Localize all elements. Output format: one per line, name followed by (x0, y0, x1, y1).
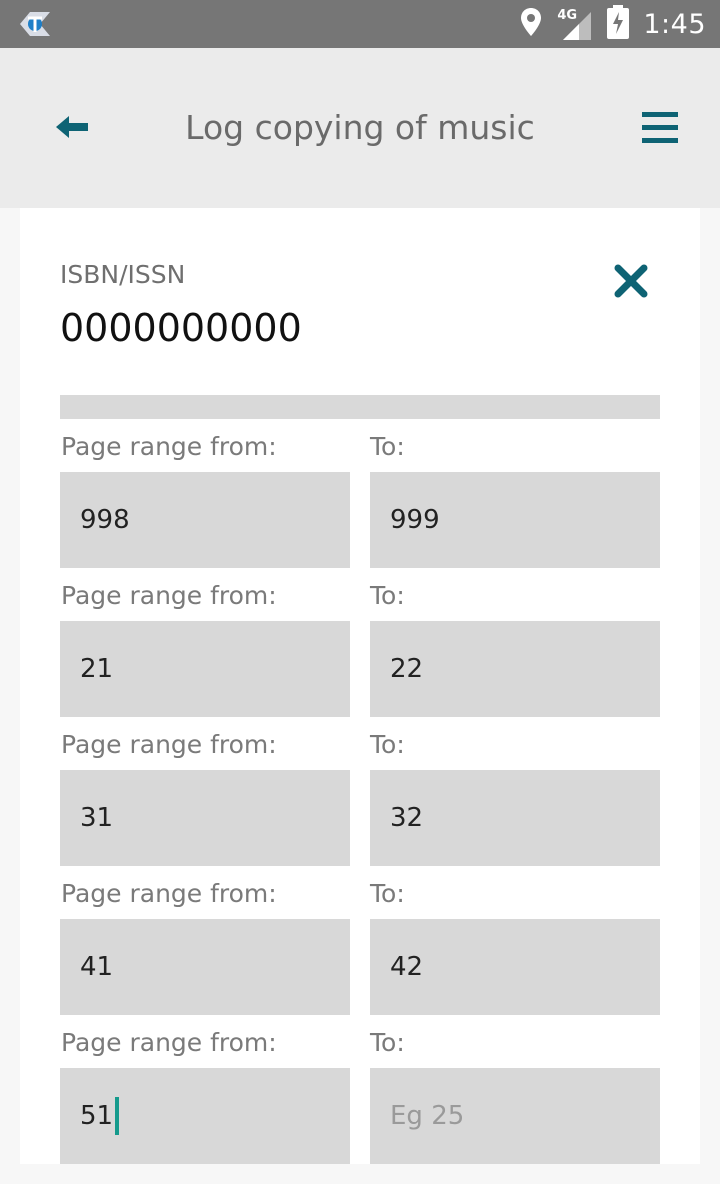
page-range-row: Page range from: To: 31 32 (60, 729, 660, 878)
hamburger-menu-icon (640, 112, 680, 150)
text-cursor (115, 1097, 120, 1135)
page-range-from-label: Page range from: (61, 1028, 277, 1057)
page-range-to-input[interactable]: 42 (370, 919, 660, 1015)
app-notification-icon (16, 8, 54, 40)
status-bar: 4G 1:45 (0, 0, 720, 48)
page-range-from-label: Page range from: (61, 879, 277, 908)
battery-charging-icon (607, 5, 630, 43)
page-range-row: Page range from: To: 21 22 (60, 580, 660, 729)
page-range-to-label: To: (370, 581, 405, 610)
page-range-to-input[interactable]: 32 (370, 770, 660, 866)
page-range-to-label: To: (370, 879, 405, 908)
section-divider (60, 395, 660, 419)
page-range-to-label: To: (370, 730, 405, 759)
page-range-to-input[interactable]: Eg 25 (370, 1068, 660, 1164)
page-range-to-input[interactable]: 22 (370, 621, 660, 717)
page-range-to-input[interactable]: 999 (370, 472, 660, 568)
input-value: 998 (80, 505, 130, 535)
form-card: ISBN/ISSN 0000000000 Page range from: To… (20, 208, 700, 1164)
page-range-from-label: Page range from: (61, 581, 277, 610)
isbn-label: ISBN/ISSN (60, 260, 186, 289)
status-time: 1:45 (643, 8, 706, 40)
page-range-from-label: Page range from: (61, 730, 277, 759)
page-range-from-input[interactable]: 21 (60, 621, 350, 717)
page-title: Log copying of music (185, 108, 535, 147)
location-icon (519, 6, 543, 42)
page-range-row: Page range from: To: 41 42 (60, 878, 660, 1027)
page-range-row: Page range from: To: 998 999 (60, 431, 660, 580)
clear-isbn-button[interactable] (614, 264, 648, 298)
page-range-from-input[interactable]: 41 (60, 919, 350, 1015)
input-placeholder: Eg 25 (390, 1101, 465, 1131)
input-value: 32 (390, 803, 424, 833)
isbn-value: 0000000000 (60, 306, 302, 350)
input-value: 22 (390, 654, 424, 684)
page-range-from-input[interactable]: 998 (60, 472, 350, 568)
signal-icon: 4G (557, 6, 593, 42)
page-range-to-label: To: (370, 1028, 405, 1057)
input-value: 21 (80, 654, 114, 684)
input-value: 51 (80, 1101, 114, 1131)
page-range-from-input[interactable]: 51 (60, 1068, 350, 1164)
menu-button[interactable] (640, 110, 680, 146)
input-value: 999 (390, 505, 440, 535)
page-range-row: Page range from: To: 51 Eg 25 (60, 1027, 660, 1176)
input-value: 41 (80, 952, 114, 982)
input-value: 31 (80, 803, 114, 833)
close-icon (614, 264, 648, 302)
page-range-to-label: To: (370, 432, 405, 461)
app-bar: Log copying of music (0, 48, 720, 208)
page-range-from-label: Page range from: (61, 432, 277, 461)
status-icons: 4G 1:45 (519, 0, 706, 48)
page-range-from-input[interactable]: 31 (60, 770, 350, 866)
input-value: 42 (390, 952, 424, 982)
